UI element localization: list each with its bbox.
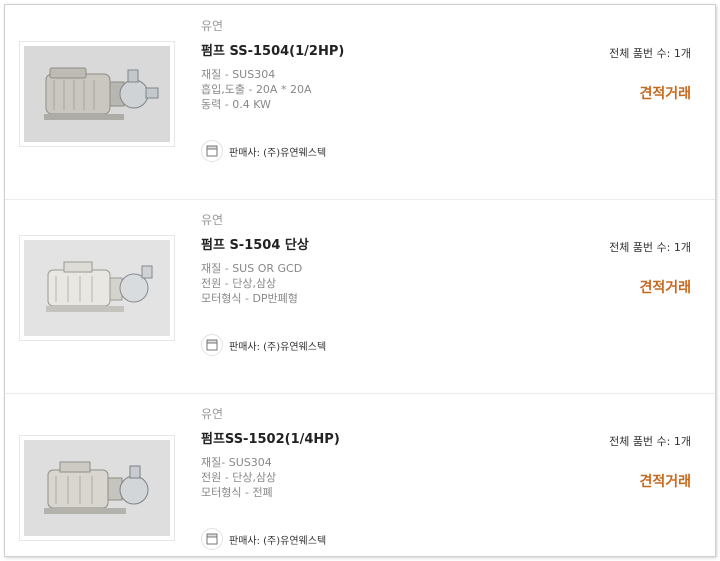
quote-trade-button[interactable]: 견적거래 xyxy=(639,83,691,103)
product-image[interactable] xyxy=(19,235,175,341)
product-item: 유연 펌프 S-1504 단상 재질 - SUS OR GCD 전원 - 단상,… xyxy=(5,199,715,394)
product-title[interactable]: 펌프 S-1504 단상 xyxy=(201,234,309,253)
spec-line: 재질 - SUS304 xyxy=(201,68,276,81)
store-icon xyxy=(201,334,223,356)
product-item: 유연 펌프SS-1502(1/4HP) 재질- SUS304 전원 - 단상,삼… xyxy=(5,393,715,556)
spec-line: 동력 - 0.4 KW xyxy=(201,98,271,111)
product-image[interactable] xyxy=(19,435,175,541)
seller-info[interactable]: 판매사: (주)유연웨스텍 xyxy=(201,140,326,162)
product-list: 유연 펌프 SS-1504(1/2HP) 재질 - SUS304 흡입,도출 -… xyxy=(4,4,716,557)
spec-line: 전원 - 단상,삼상 xyxy=(201,277,277,290)
quote-trade-button[interactable]: 견적거래 xyxy=(639,277,691,297)
part-count: 전체 품번 수: 1개 xyxy=(609,435,691,448)
product-specs: 재질 - SUS304 흡입,도출 - 20A * 20A 동력 - 0.4 K… xyxy=(201,67,311,112)
product-image[interactable] xyxy=(19,41,175,147)
spec-line: 전원 - 단상,삼상 xyxy=(201,471,277,484)
product-item: 유연 펌프 SS-1504(1/2HP) 재질 - SUS304 흡입,도출 -… xyxy=(5,5,715,200)
seller-info[interactable]: 판매사: (주)유연웨스텍 xyxy=(201,528,326,550)
seller-info[interactable]: 판매사: (주)유연웨스텍 xyxy=(201,334,326,356)
maker-name: 유연 xyxy=(201,213,224,227)
quote-trade-button[interactable]: 견적거래 xyxy=(639,471,691,491)
spec-line: 흡입,도출 - 20A * 20A xyxy=(201,83,312,96)
seller-name: 판매사: (주)유연웨스텍 xyxy=(229,341,327,353)
product-specs: 재질- SUS304 전원 - 단상,삼상 모터형식 - 전폐 xyxy=(201,455,276,500)
part-count: 전체 품번 수: 1개 xyxy=(609,241,691,254)
pump-image xyxy=(24,46,170,142)
spec-line: 재질 - SUS OR GCD xyxy=(201,262,303,275)
product-title[interactable]: 펌프SS-1502(1/4HP) xyxy=(201,428,340,447)
product-specs: 재질 - SUS OR GCD 전원 - 단상,삼상 모터형식 - DP반폐형 xyxy=(201,261,302,306)
pump-image xyxy=(24,440,170,536)
pump-image xyxy=(24,240,170,336)
maker-name: 유연 xyxy=(201,407,224,421)
store-icon xyxy=(201,528,223,550)
maker-name: 유연 xyxy=(201,19,224,33)
seller-name: 판매사: (주)유연웨스텍 xyxy=(229,147,327,159)
product-title[interactable]: 펌프 SS-1504(1/2HP) xyxy=(201,40,344,59)
spec-line: 모터형식 - DP반폐형 xyxy=(201,292,298,305)
store-icon xyxy=(201,140,223,162)
seller-name: 판매사: (주)유연웨스텍 xyxy=(229,535,327,547)
spec-line: 재질- SUS304 xyxy=(201,456,272,469)
part-count: 전체 품번 수: 1개 xyxy=(609,47,691,60)
spec-line: 모터형식 - 전폐 xyxy=(201,486,273,499)
